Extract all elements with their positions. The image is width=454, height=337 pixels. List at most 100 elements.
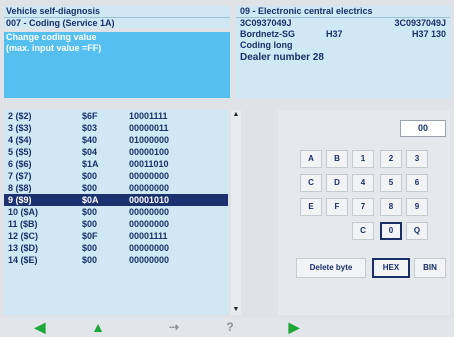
byte-row[interactable]: 5 ($5) $04 00000100 (4, 146, 228, 158)
component-name: Bordnetz-SG (240, 29, 295, 39)
byte-hex-value: $00 (82, 207, 98, 217)
up-arrow-icon[interactable]: ▲ (74, 319, 122, 336)
bottom-navigation: ◀ ▲ ⇢ ? ▶ (0, 318, 454, 337)
key-1-button[interactable]: 1 (352, 150, 374, 168)
byte-binary-value: 00000000 (129, 219, 170, 229)
key-c-button[interactable]: C (352, 222, 374, 240)
part-number-right: 3C0937049J (394, 18, 446, 28)
byte-index: 5 ($5) (8, 147, 32, 157)
module-name: 09 - Electronic central electrics (240, 6, 373, 16)
byte-row[interactable]: 7 ($7) $00 00000000 (4, 170, 228, 182)
byte-row[interactable]: 3 ($3) $03 00000011 (4, 122, 228, 134)
key-8-button[interactable]: 8 (380, 198, 402, 216)
byte-row[interactable]: 2 ($2) $6F 10001111 (4, 110, 228, 122)
byte-row[interactable]: 14 ($E) $00 00000000 (4, 254, 228, 266)
byte-index: 11 ($B) (8, 219, 38, 229)
hw-version-right: H37 130 (411, 29, 446, 39)
byte-hex-value: $6F (82, 111, 98, 121)
hex-mode-button[interactable]: HEX (372, 258, 410, 278)
byte-index: 10 ($A) (8, 207, 39, 217)
byte-binary-value: 00000011 (129, 123, 169, 133)
component-row: Bordnetz-SG H37 H37 130 (236, 29, 450, 40)
byte-binary-value: 00000000 (129, 243, 170, 253)
byte-hex-value: $00 (82, 183, 98, 193)
key-9-button[interactable]: 9 (406, 198, 428, 216)
key-c-button[interactable]: C (300, 174, 322, 192)
byte-index: 8 ($8) (8, 183, 32, 193)
coding-type: Coding long (240, 40, 293, 50)
byte-hex-value: $40 (82, 135, 98, 145)
byte-hex-value: $00 (82, 255, 98, 265)
byte-index: 7 ($7) (8, 171, 32, 181)
byte-index: 6 ($6) (8, 159, 32, 169)
byte-hex-value: $00 (82, 171, 98, 181)
byte-hex-value: $0A (82, 195, 99, 205)
byte-binary-value: 00000000 (129, 207, 170, 217)
byte-index: 2 ($2) (8, 111, 32, 121)
part-number-left: 3C0937049J (240, 18, 292, 28)
scroll-up-icon[interactable]: ▲ (232, 110, 240, 120)
key-3-button[interactable]: 3 (406, 150, 428, 168)
key-q-button[interactable]: Q (406, 222, 428, 240)
coding-screen: Vehicle self-diagnosis 007 - Coding (Ser… (0, 0, 454, 337)
coding-byte-list[interactable]: 2 ($2) $6F 10001111 3 ($3) $03 00000011 4 ($4)… (4, 110, 228, 315)
scroll-down-icon[interactable]: ▼ (232, 305, 240, 315)
key-a-button[interactable]: A (300, 150, 322, 168)
byte-binary-value: 00000000 (129, 171, 170, 181)
hw-version: H37 (326, 29, 343, 39)
back-arrow-icon[interactable]: ◀ (16, 319, 64, 336)
jump-button[interactable]: ⇢ (150, 319, 198, 336)
keypad-panel: 00 Delete byte HEX BIN AB123CD456EF789C0… (278, 110, 450, 315)
key-4-button[interactable]: 4 (352, 174, 374, 192)
byte-row[interactable]: 12 ($C) $0F 00001111 (4, 230, 228, 242)
byte-binary-value: 00000000 (129, 183, 170, 193)
key-b-button[interactable]: B (326, 150, 348, 168)
byte-hex-value: $1A (82, 159, 99, 169)
byte-row[interactable]: 10 ($A) $00 00000000 (4, 206, 228, 218)
byte-binary-value: 00001111 (129, 231, 168, 241)
byte-row[interactable]: 9 ($9) $0A 00001010 (4, 194, 228, 206)
key-e-button[interactable]: E (300, 198, 322, 216)
byte-index: 3 ($3) (8, 123, 32, 133)
function-title: 007 - Coding (Service 1A) (4, 17, 230, 29)
byte-hex-value: $04 (82, 147, 98, 157)
bin-mode-button[interactable]: BIN (414, 258, 446, 278)
key-0-button[interactable]: 0 (380, 222, 402, 240)
key-f-button[interactable]: F (326, 198, 348, 216)
byte-index: 12 ($C) (8, 231, 39, 241)
byte-row[interactable]: 8 ($8) $00 00000000 (4, 182, 228, 194)
instruction-panel: Change coding value (max. input value =F… (4, 32, 230, 98)
byte-binary-value: 10001111 (129, 111, 168, 121)
module-info-panel: 09 - Electronic central electrics 3C0937… (236, 6, 450, 98)
value-display: 00 (400, 120, 446, 137)
byte-index: 14 ($E) (8, 255, 38, 265)
byte-hex-value: $03 (82, 123, 98, 133)
app-title: Vehicle self-diagnosis (6, 6, 101, 16)
help-button[interactable]: ? (206, 319, 254, 336)
byte-binary-value: 00000000 (129, 255, 170, 265)
byte-index: 13 ($D) (8, 243, 39, 253)
key-6-button[interactable]: 6 (406, 174, 428, 192)
byte-row[interactable]: 4 ($4) $40 01000000 (4, 134, 228, 146)
byte-hex-value: $00 (82, 243, 98, 253)
key-2-button[interactable]: 2 (380, 150, 402, 168)
byte-hex-value: $00 (82, 219, 98, 229)
instruction-line-2: (max. input value =FF) (6, 43, 102, 53)
key-d-button[interactable]: D (326, 174, 348, 192)
byte-row[interactable]: 6 ($6) $1A 00011010 (4, 158, 228, 170)
delete-byte-button[interactable]: Delete byte (296, 258, 366, 278)
key-5-button[interactable]: 5 (380, 174, 402, 192)
byte-binary-value: 01000000 (129, 135, 170, 145)
byte-index: 4 ($4) (8, 135, 32, 145)
byte-row[interactable]: 13 ($D) $00 00000000 (4, 242, 228, 254)
byte-row[interactable]: 11 ($B) $00 00000000 (4, 218, 228, 230)
dealer-number: Dealer number 28 (240, 52, 324, 63)
byte-binary-value: 00011010 (129, 159, 169, 169)
part-number-row: 3C0937049J 3C0937049J (236, 17, 450, 29)
key-7-button[interactable]: 7 (352, 198, 374, 216)
list-scrollbar[interactable]: ▲ ▼ (231, 110, 241, 315)
byte-binary-value: 00000100 (129, 147, 170, 157)
forward-arrow-icon[interactable]: ▶ (270, 319, 318, 336)
header-panel: Vehicle self-diagnosis 007 - Coding (Ser… (4, 6, 230, 28)
instruction-line-1: Change coding value (6, 32, 97, 42)
